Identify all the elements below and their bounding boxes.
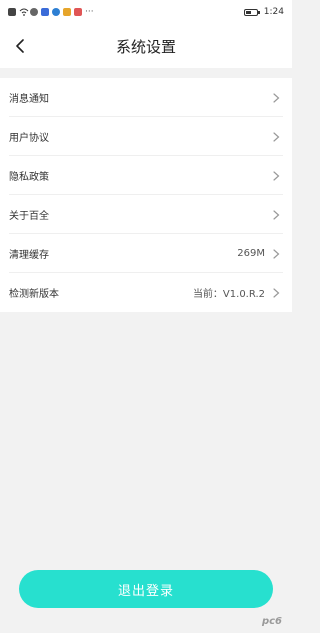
- settings-item-notifications[interactable]: 消息通知: [0, 78, 292, 117]
- version-value: 当前：V1.0.R.2: [192, 289, 265, 300]
- status-bar: ··· 1:24: [0, 0, 292, 24]
- settings-item-label: 检测新版本: [9, 289, 59, 300]
- chevron-right-icon: [273, 92, 280, 103]
- chevron-right-icon: [273, 170, 280, 181]
- app-icon-3: [52, 8, 60, 16]
- settings-item-label: 用户协议: [9, 133, 49, 144]
- settings-list: 消息通知 用户协议 隐私政策 关于百全 清理缓存 269M 检测新版本 当前：V…: [0, 78, 292, 312]
- nav-bar: 系统设置: [0, 24, 292, 68]
- settings-item-label: 消息通知: [9, 94, 49, 105]
- page-title: 系统设置: [115, 37, 176, 56]
- section-divider: [0, 68, 292, 78]
- chevron-right-icon: [273, 287, 280, 298]
- chevron-right-icon: [273, 131, 280, 142]
- back-button[interactable]: [8, 34, 32, 58]
- settings-item-check-update[interactable]: 检测新版本 当前：V1.0.R.2: [0, 273, 292, 312]
- battery-icon: [243, 8, 260, 16]
- chevron-right-icon: [273, 209, 280, 220]
- status-right: 1:24: [243, 7, 284, 17]
- status-icons: ···: [8, 7, 94, 17]
- app-icon-4: [63, 8, 71, 16]
- wifi-icon: [19, 8, 29, 16]
- settings-item-label: 隐私政策: [9, 172, 49, 183]
- settings-item-about[interactable]: 关于百全: [0, 195, 292, 234]
- app-icon-1: [30, 8, 38, 16]
- more-icon: ···: [85, 7, 94, 17]
- settings-item-privacy-policy[interactable]: 隐私政策: [0, 156, 292, 195]
- settings-item-clear-cache[interactable]: 清理缓存 269M: [0, 234, 292, 273]
- watermark-logo: pc6: [261, 616, 282, 627]
- app-icon-5: [74, 8, 82, 16]
- settings-item-label: 清理缓存: [9, 250, 49, 261]
- cache-size-value: 269M: [237, 248, 265, 259]
- status-time: 1:24: [263, 7, 284, 17]
- notification-icon: [8, 8, 16, 16]
- settings-item-user-agreement[interactable]: 用户协议: [0, 117, 292, 156]
- settings-item-label: 关于百全: [9, 211, 49, 222]
- chevron-right-icon: [273, 248, 280, 259]
- logout-button[interactable]: 退出登录: [19, 570, 273, 608]
- app-icon-2: [41, 8, 49, 16]
- back-arrow-icon: [16, 39, 24, 53]
